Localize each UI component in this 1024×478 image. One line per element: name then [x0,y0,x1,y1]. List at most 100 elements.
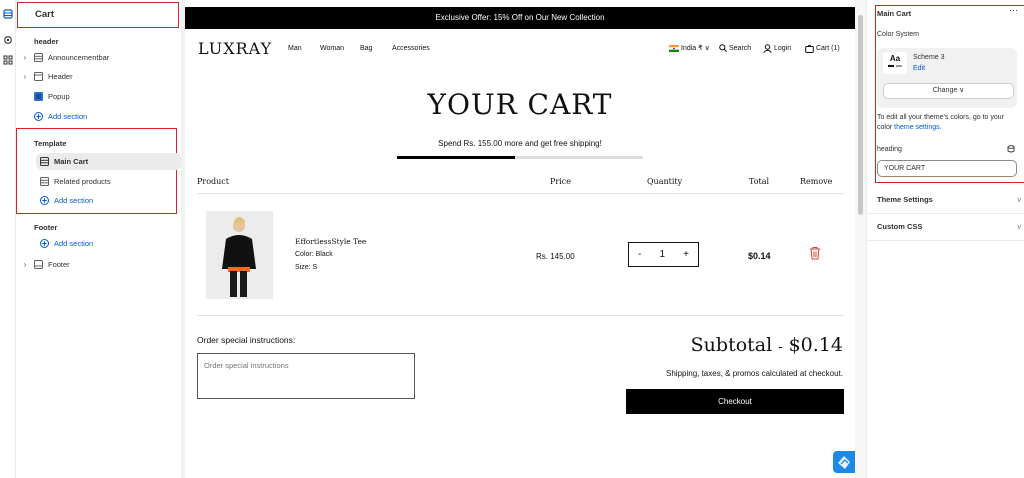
sidebar-item-announcementbar[interactable]: › Announcementbar [20,49,180,66]
search-link[interactable]: Search [719,44,751,52]
divider [867,213,1024,214]
change-scheme-button[interactable]: Change ∨ [883,83,1014,99]
checkout-button[interactable]: Checkout [626,389,844,414]
heading-field-label: heading [877,146,902,153]
add-section-label: Add section [54,239,94,248]
login-link[interactable]: Login [763,44,791,53]
column-header-quantity: Quantity [647,177,683,186]
dynamic-source-icon[interactable] [1007,145,1015,153]
theme-settings-link[interactable]: theme settings. [894,124,941,131]
sidebar-item-label: Announcementbar [48,53,110,62]
add-section-button-footer[interactable]: Add section [36,235,196,252]
chevron-right-icon[interactable]: › [20,72,30,81]
table-divider [197,315,844,316]
chevron-down-icon: ∨ [1016,222,1023,231]
sections-panel: Cart header › Announcementbar › Header P… [16,0,193,478]
store-logo[interactable]: LUXRAY [198,39,272,58]
apps-icon[interactable] [3,55,13,65]
table-divider [197,193,844,194]
add-section-label: Add section [48,112,88,121]
settings-title: Main Cart [877,9,912,18]
cart-link[interactable]: Cart (1) [805,44,840,53]
custom-css-accordion[interactable]: Custom CSS ∨ [877,222,1022,231]
quantity-increase-button[interactable]: + [683,249,689,260]
column-header-price: Price [550,177,571,186]
heading-input[interactable]: YOUR CART [877,160,1017,177]
more-options-icon[interactable]: ··· [1009,5,1018,15]
divider [867,240,1024,241]
line-total: $0.14 [748,251,771,261]
country-label: India ₹ [681,45,703,52]
country-selector[interactable]: India ₹ ∨ [669,44,710,52]
color-scheme-card: Aa Scheme 3 Edit Change ∨ [877,48,1017,108]
chevron-right-icon[interactable]: › [20,53,30,62]
sidebar-item-related-products[interactable]: Related products [36,173,196,190]
nav-link-man[interactable]: Man [288,45,302,52]
announcement-bar[interactable]: Exclusive Offer: 15% Off on Our New Coll… [185,7,855,29]
plus-circle-icon [32,112,44,121]
shipping-progress-fill [397,156,516,159]
gear-icon[interactable] [3,35,13,45]
add-section-button-template[interactable]: Add section [36,192,196,209]
add-section-label: Add section [54,196,94,205]
search-icon [719,44,727,52]
chevron-down-icon: ∨ [1016,195,1023,204]
product-color: Color: Black [295,251,333,258]
product-price: Rs. 145.00 [536,252,575,261]
product-name[interactable]: EffortlessStyle Tee [295,237,366,246]
theme-colors-help: To edit all your theme's colors, go to y… [877,114,1005,131]
footer-group-heading: Footer [34,223,58,232]
template-group-heading: Template [34,139,67,148]
subtotal: Subtotal - $0.14 [691,334,843,356]
add-section-button-header[interactable]: Add section [20,108,180,125]
quantity-value[interactable]: 1 [659,249,665,260]
column-header-product: Product [197,177,229,186]
instructions-textarea[interactable] [197,353,415,399]
user-icon [763,44,772,53]
chat-widget-button[interactable] [833,451,855,473]
subtotal-dash: - [778,340,783,355]
scheme-name: Scheme 3 [913,54,945,61]
sidebar-item-footer[interactable]: › Footer [20,256,180,273]
color-system-label: Color System [877,31,920,38]
nav-link-accessories[interactable]: Accessories [392,45,430,52]
chevron-right-icon[interactable]: › [20,260,30,269]
edit-scheme-link[interactable]: Edit [913,65,925,72]
preview-scrollbar[interactable] [855,0,866,478]
sections-icon[interactable] [3,9,13,19]
sidebar-item-header[interactable]: › Header [20,68,180,85]
cart-label: Cart (1) [816,45,840,52]
sidebar-item-label: Header [48,72,73,81]
storefront-preview: Exclusive Offer: 15% Off on Our New Coll… [185,0,855,478]
sidebar-item-label: Footer [48,260,70,269]
sidebar-item-main-cart[interactable]: Main Cart [36,153,182,170]
theme-settings-accordion[interactable]: Theme Settings ∨ [877,195,1022,204]
footer-icon [32,260,44,269]
free-shipping-message: Spend Rs. 155.00 more and get free shipp… [438,139,602,148]
section-icon [38,157,50,166]
product-image[interactable] [206,211,273,299]
instructions-label: Order special instructions: [197,335,296,345]
quantity-decrease-button[interactable]: - [638,249,641,260]
column-header-remove: Remove [800,177,833,186]
search-label: Search [729,44,752,52]
scrollbar-thumb[interactable] [858,15,863,215]
nav-link-bag[interactable]: Bag [360,45,372,52]
cart-heading: YOUR CART [427,88,613,121]
header-group-heading: header [34,37,59,46]
tax-note: Shipping, taxes, & promos calculated at … [666,369,843,378]
sidebar-item-popup[interactable]: Popup [20,88,180,105]
subtotal-value: $0.14 [788,334,843,356]
scheme-preview-swatch: Aa [883,52,907,74]
settings-panel: Main Cart ··· Color System Aa Scheme 3 E… [866,0,1024,478]
page-title: Cart [17,2,179,28]
popup-app-icon [32,92,44,101]
header-icon [32,72,44,81]
chevron-down-icon: ∨ [704,45,710,52]
india-flag-icon [669,44,679,52]
nav-link-woman[interactable]: Woman [320,45,344,52]
cart-bag-icon [805,44,814,53]
trash-icon[interactable] [809,246,821,260]
column-header-total: Total [749,177,770,186]
subtotal-label: Subtotal [690,334,773,356]
